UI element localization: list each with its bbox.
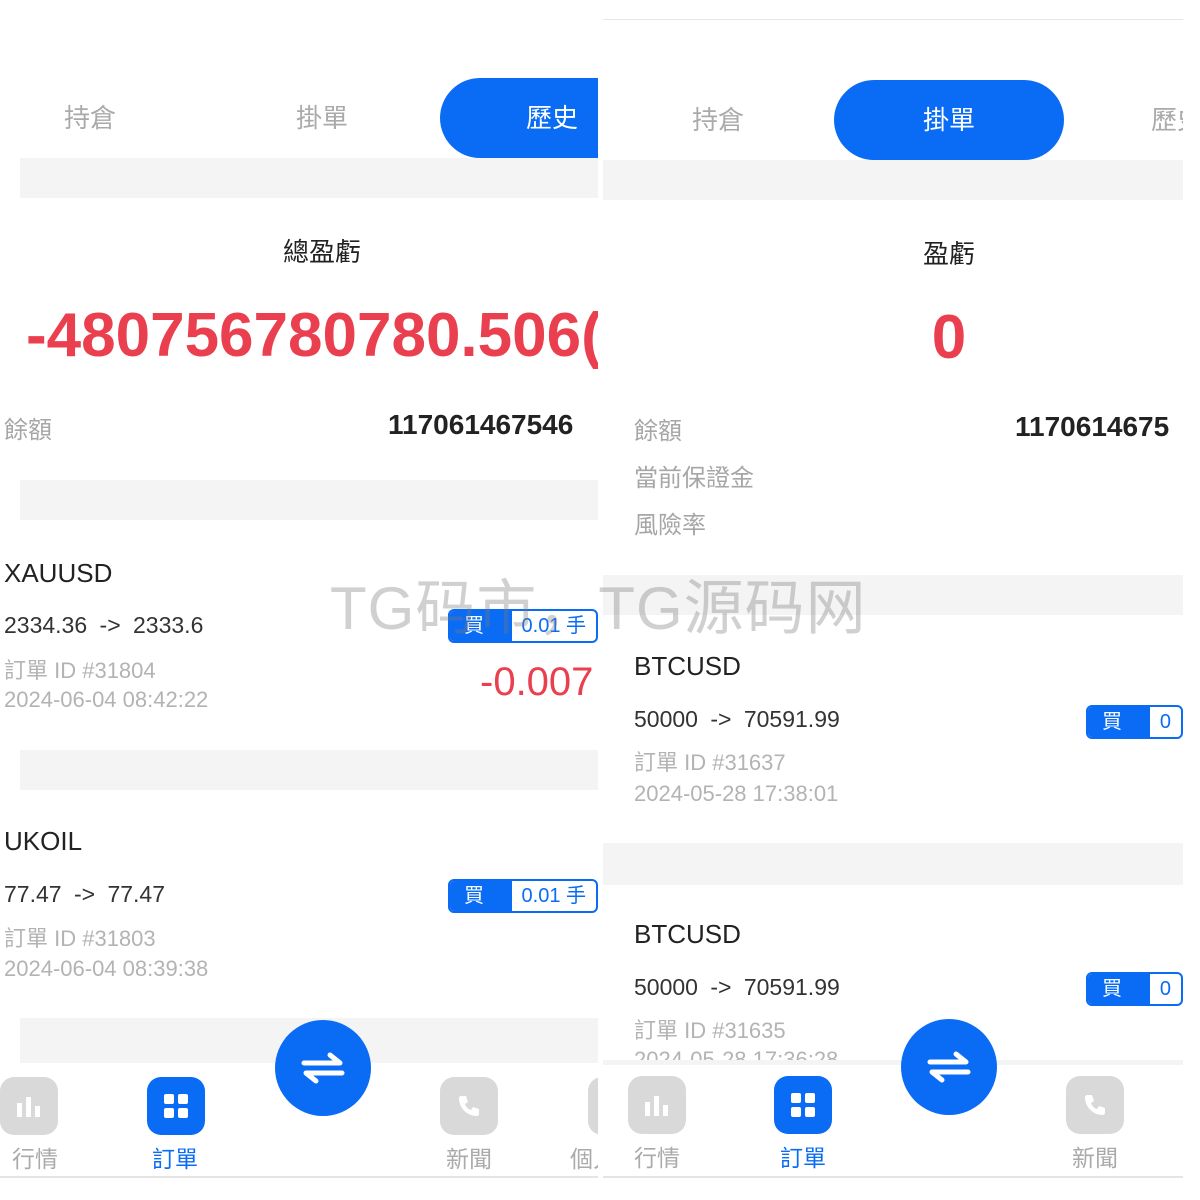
- order-prices: 50000 -> 70591.99: [634, 974, 840, 1000]
- order-time: 2024-06-04 08:39:38: [4, 956, 209, 981]
- nav-label-orders[interactable]: 訂單: [152, 1140, 198, 1174]
- market-nav-button[interactable]: [628, 1076, 686, 1134]
- order-prices: 50000 -> 70591.99: [634, 706, 840, 732]
- grid-icon: [164, 1094, 188, 1118]
- risk-rate-label: 風險率: [634, 512, 706, 539]
- pnl-value: 0: [931, 303, 967, 372]
- balance-label: 餘額: [4, 417, 52, 444]
- trade-fab-button[interactable]: [901, 1019, 997, 1115]
- phone-icon: [459, 1096, 479, 1116]
- news-nav-button[interactable]: [440, 1077, 498, 1135]
- bottom-divider: [603, 1176, 1183, 1178]
- order-id: 訂單 ID #31635: [634, 1018, 786, 1043]
- order-profit: -0.007: [480, 660, 594, 704]
- profile-nav-button[interactable]: [588, 1077, 598, 1135]
- divider: [603, 1060, 1183, 1065]
- nav-label-market[interactable]: 行情: [634, 1139, 680, 1173]
- divider: [603, 160, 1183, 200]
- order-time: 2024-05-28 17:36:28: [634, 1047, 839, 1060]
- divider: [603, 843, 1183, 885]
- order-prices: 2334.36 -> 2333.6: [4, 612, 204, 638]
- orders-nav-button[interactable]: [774, 1076, 832, 1134]
- market-nav-button[interactable]: [0, 1077, 58, 1135]
- margin-label: 當前保證金: [634, 465, 754, 492]
- swap-arrows-icon: [301, 1052, 345, 1084]
- tab-pending[interactable]: 掛單: [834, 80, 1064, 160]
- watermark-text: TG码市，TG源码网: [330, 575, 867, 642]
- nav-label-market[interactable]: 行情: [12, 1140, 58, 1174]
- order-symbol: XAUUSD: [4, 558, 113, 588]
- balance-value: 1170614675: [1015, 411, 1170, 442]
- total-pnl-value: -480756780780.506(: [26, 301, 598, 370]
- orders-nav-button[interactable]: [147, 1077, 205, 1135]
- order-side-badge: 買入 0.01 手: [448, 879, 598, 913]
- order-side-badge: 買入 0: [1086, 705, 1183, 739]
- order-id: 訂單 ID #31637: [634, 750, 786, 775]
- order-symbol: BTCUSD: [634, 919, 741, 949]
- nav-label-news[interactable]: 新聞: [1072, 1139, 1118, 1173]
- order-prices: 77.47 -> 77.47: [4, 881, 165, 907]
- order-id: 訂單 ID #31804: [4, 658, 156, 683]
- trade-fab-button[interactable]: [275, 1020, 371, 1116]
- order-card[interactable]: BTCUSD 50000 -> 70591.99 訂單 ID #31635 20…: [603, 885, 1183, 1060]
- order-side-badge: 買入 0: [1086, 972, 1183, 1006]
- news-nav-button[interactable]: [1066, 1076, 1124, 1134]
- balance-value: 117061467546: [388, 409, 574, 440]
- tab-positions[interactable]: 持倉: [20, 78, 160, 158]
- tab-positions[interactable]: 持倉: [648, 80, 788, 160]
- nav-label-news[interactable]: 新聞: [446, 1140, 492, 1174]
- order-symbol: BTCUSD: [634, 651, 741, 681]
- pnl-label: 盈虧: [922, 239, 975, 269]
- order-card[interactable]: BTCUSD 50000 -> 70591.99 訂單 ID #31637 20…: [603, 615, 1183, 843]
- bar-chart-icon: [645, 1096, 668, 1116]
- top-divider: [603, 19, 1183, 20]
- tab-history[interactable]: 歷史: [440, 78, 598, 158]
- order-id: 訂單 ID #31803: [4, 926, 156, 951]
- nav-label-profile[interactable]: 個人: [570, 1140, 598, 1174]
- tab-history[interactable]: 歷史: [1151, 80, 1183, 160]
- bar-chart-icon: [17, 1097, 40, 1117]
- total-pnl-label: 總盈虧: [282, 237, 361, 267]
- order-time: 2024-05-28 17:38:01: [634, 781, 839, 806]
- grid-icon: [791, 1093, 815, 1117]
- order-symbol: UKOIL: [4, 826, 83, 856]
- order-card[interactable]: UKOIL 77.47 -> 77.47 訂單 ID #31803 2024-0…: [0, 790, 598, 1018]
- phone-icon: [1085, 1095, 1105, 1115]
- divider: [20, 158, 598, 198]
- nav-label-orders[interactable]: 訂單: [780, 1139, 826, 1173]
- divider: [20, 750, 598, 790]
- tab-pending[interactable]: 掛單: [252, 78, 392, 158]
- balance-label: 餘額: [634, 418, 682, 445]
- divider: [20, 480, 598, 520]
- swap-arrows-icon: [927, 1051, 971, 1083]
- order-time: 2024-06-04 08:42:22: [4, 687, 209, 712]
- bottom-divider: [0, 1176, 598, 1178]
